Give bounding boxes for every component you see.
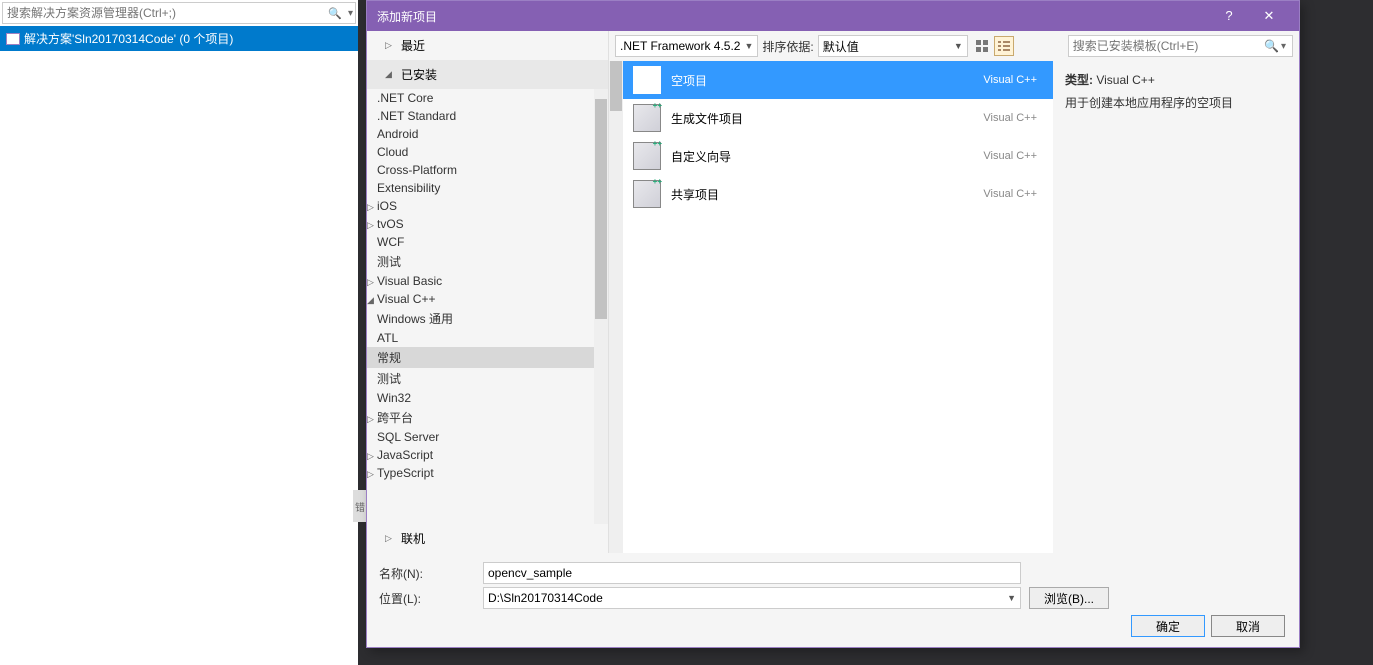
solution-search-input[interactable] (3, 6, 324, 20)
section-recent[interactable]: ▷ 最近 (367, 31, 608, 60)
template-name: 空项目 (671, 72, 953, 89)
sort-label: 排序依据: (762, 38, 813, 55)
sort-combo[interactable]: 默认值 ▼ (818, 35, 968, 57)
search-icon[interactable]: 🔍 (1264, 39, 1279, 53)
tree-node[interactable]: Cloud (367, 143, 594, 161)
expand-icon: ◢ (385, 69, 395, 80)
chevron-down-icon: ▼ (744, 41, 753, 51)
expand-icon: ▷ (367, 220, 377, 231)
tree-node[interactable]: ▷TypeScript (367, 464, 594, 482)
chevron-down-icon: ▼ (1007, 593, 1016, 603)
template-icon (633, 66, 661, 94)
expand-icon: ▷ (385, 40, 395, 51)
expand-icon: ▷ (367, 202, 377, 213)
template-description: 用于创建本地应用程序的空项目 (1065, 94, 1287, 111)
dropdown-icon[interactable]: ▾ (346, 8, 355, 19)
tree-node[interactable]: .NET Core (367, 89, 594, 107)
ok-button[interactable]: 确定 (1131, 615, 1205, 637)
dialog-form: 名称(N): 位置(L): D:\Sln20170314Code ▼ 浏览(B)… (367, 553, 1299, 647)
location-combo[interactable]: D:\Sln20170314Code ▼ (483, 587, 1021, 609)
dropdown-icon[interactable]: ▾ (1279, 41, 1288, 52)
template-name: 自定义向导 (671, 148, 953, 165)
solution-node[interactable]: 解决方案'Sln20170314Code' (0 个项目) (0, 26, 358, 51)
chevron-down-icon: ▼ (954, 41, 963, 51)
cancel-button[interactable]: 取消 (1211, 615, 1285, 637)
tree-node[interactable]: 测试 (367, 251, 594, 272)
tree-node[interactable]: .NET Standard (367, 107, 594, 125)
solution-icon (6, 33, 20, 45)
tree-node[interactable]: Windows 通用 (367, 308, 594, 329)
template-name: 生成文件项目 (671, 110, 953, 127)
template-item[interactable]: 空项目 Visual C++ (623, 61, 1053, 99)
template-list: 空项目 Visual C++ 生成文件项目 Visual C++ 自定义向导 Visual… (609, 61, 1053, 553)
tree-scrollbar[interactable] (594, 89, 608, 524)
template-lang: Visual C++ (963, 188, 1043, 200)
type-value: Visual C++ (1096, 73, 1154, 87)
grid-icon (976, 40, 988, 52)
template-lang: Visual C++ (963, 150, 1043, 162)
grid-view-button[interactable] (972, 36, 992, 56)
framework-combo[interactable]: .NET Framework 4.5.2 ▼ (615, 35, 758, 57)
section-online[interactable]: ▷ 联机 (367, 524, 608, 553)
template-name: 共享项目 (671, 186, 953, 203)
category-tree: .NET Core.NET StandardAndroidCloudCross-… (367, 89, 594, 524)
error-list-tab[interactable]: 错 (353, 490, 367, 522)
tree-node[interactable]: ▷Visual Basic (367, 272, 594, 290)
tree-node[interactable]: ▷tvOS (367, 215, 594, 233)
tree-node[interactable]: ATL (367, 329, 594, 347)
template-icon (633, 142, 661, 170)
template-lang: Visual C++ (963, 112, 1043, 124)
help-button[interactable]: ? (1209, 1, 1249, 31)
location-label: 位置(L): (379, 590, 475, 607)
tree-node[interactable]: Cross-Platform (367, 161, 594, 179)
template-scrollbar[interactable] (609, 61, 623, 553)
section-installed[interactable]: ◢ 已安装 (367, 60, 608, 89)
name-label: 名称(N): (379, 565, 475, 582)
tree-node[interactable]: ▷JavaScript (367, 446, 594, 464)
tree-node[interactable]: Extensibility (367, 179, 594, 197)
template-search-input[interactable] (1073, 39, 1264, 53)
list-view-button[interactable] (994, 36, 1014, 56)
expand-icon: ▷ (367, 451, 377, 462)
solution-explorer: 🔍 ▾ 解决方案'Sln20170314Code' (0 个项目) (0, 0, 358, 665)
browse-button[interactable]: 浏览(B)... (1029, 587, 1109, 609)
template-lang: Visual C++ (963, 74, 1043, 86)
tree-node[interactable]: ◢Visual C++ (367, 290, 594, 308)
tree-node[interactable]: Win32 (367, 389, 594, 407)
dialog-title: 添加新项目 (377, 8, 1209, 25)
search-icon[interactable]: 🔍 (324, 7, 346, 20)
expand-icon: ◢ (367, 295, 377, 306)
type-label: 类型: (1065, 73, 1093, 87)
expand-icon: ▷ (385, 533, 395, 544)
project-name-input[interactable] (483, 562, 1021, 584)
dialog-toolbar: .NET Framework 4.5.2 ▼ 排序依据: 默认值 ▼ 🔍 (609, 31, 1299, 61)
add-new-project-dialog: 添加新项目 ? ✕ ▷ 最近 ◢ 已安装 .NET Core.NET Stand… (366, 0, 1300, 648)
expand-icon: ▷ (367, 414, 377, 425)
list-icon (998, 40, 1010, 52)
dialog-titlebar[interactable]: 添加新项目 ? ✕ (367, 1, 1299, 31)
template-item[interactable]: 共享项目 Visual C++ (623, 175, 1053, 213)
tree-node[interactable]: 常规 (367, 347, 594, 368)
solution-label: 解决方案'Sln20170314Code' (0 个项目) (24, 30, 233, 47)
tree-node[interactable]: ▷iOS (367, 197, 594, 215)
expand-icon: ▷ (367, 277, 377, 288)
category-nav: ▷ 最近 ◢ 已安装 .NET Core.NET StandardAndroid… (367, 31, 609, 553)
close-button[interactable]: ✕ (1249, 1, 1289, 31)
template-icon (633, 104, 661, 132)
template-item[interactable]: 自定义向导 Visual C++ (623, 137, 1053, 175)
tree-node[interactable]: WCF (367, 233, 594, 251)
template-item[interactable]: 生成文件项目 Visual C++ (623, 99, 1053, 137)
tree-node[interactable]: SQL Server (367, 428, 594, 446)
template-info: 类型: Visual C++ 用于创建本地应用程序的空项目 (1053, 61, 1299, 553)
solution-search[interactable]: 🔍 ▾ (2, 2, 356, 24)
tree-node[interactable]: ▷跨平台 (367, 407, 594, 428)
tree-node[interactable]: Android (367, 125, 594, 143)
expand-icon: ▷ (367, 469, 377, 480)
template-icon (633, 180, 661, 208)
tree-node[interactable]: 测试 (367, 368, 594, 389)
template-search[interactable]: 🔍 ▾ (1068, 35, 1293, 57)
